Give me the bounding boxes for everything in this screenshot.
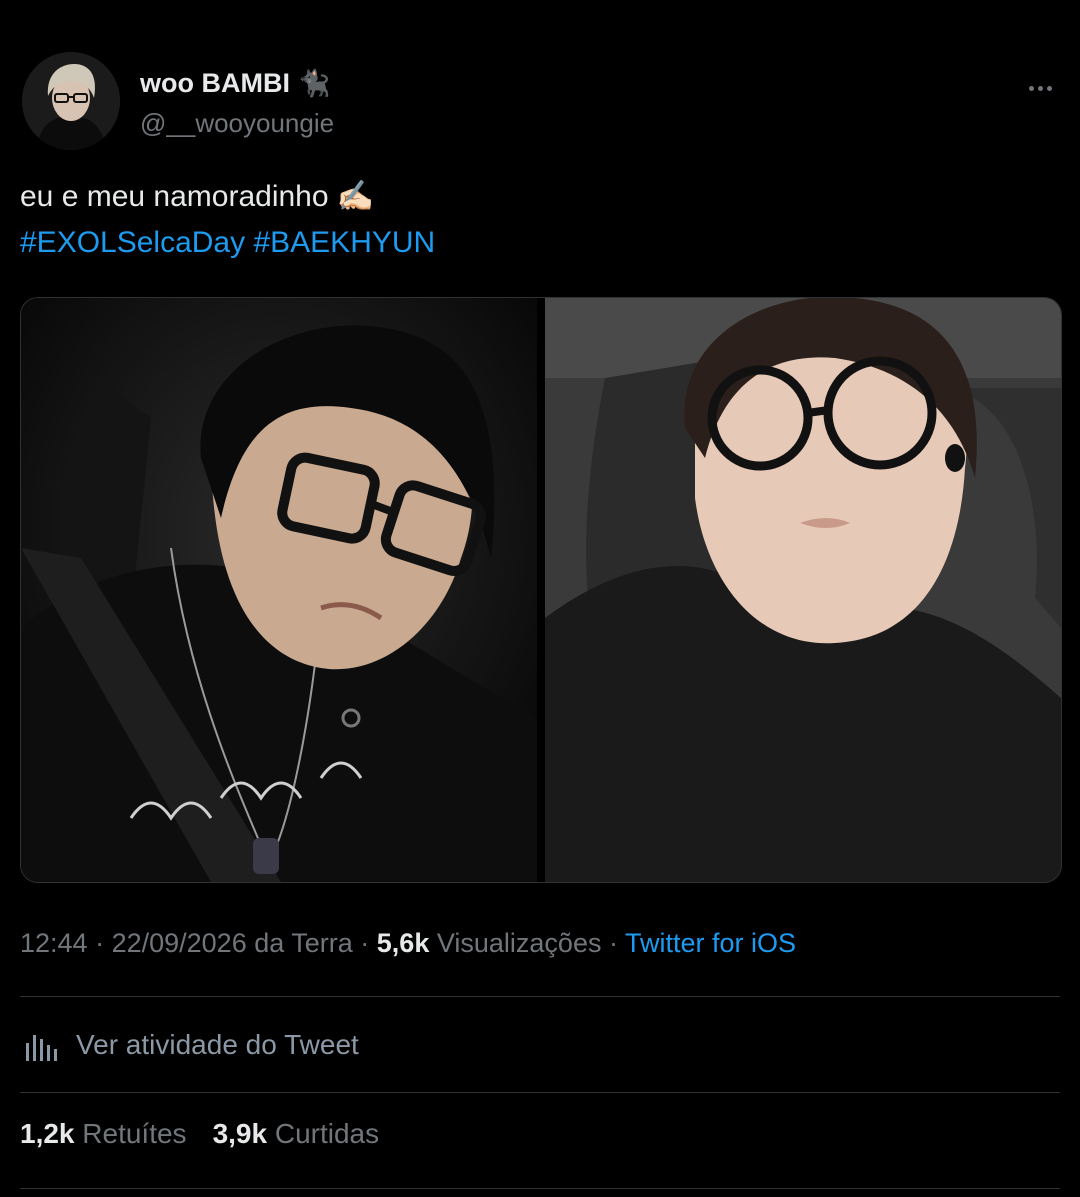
cat-emoji: 🐈‍⬛ xyxy=(297,68,331,98)
tweet-text: eu e meu namoradinho xyxy=(20,180,329,213)
meta-separator: · xyxy=(601,928,625,958)
more-dot-icon xyxy=(1037,85,1043,91)
tweet-header: woo BAMBI 🐈‍⬛ @__wooyoungie xyxy=(20,50,1060,150)
tweet-text-line: eu e meu namoradinho ✍🏻 xyxy=(20,174,1060,220)
meta-separator: · xyxy=(87,928,112,958)
tweet-media xyxy=(20,297,1062,883)
view-activity-label: Ver atividade do Tweet xyxy=(76,1029,359,1060)
retweets-count: 1,2k xyxy=(20,1118,75,1149)
retweets-label: Retuítes xyxy=(82,1118,187,1149)
more-dot-icon xyxy=(1028,85,1034,91)
likes-stat[interactable]: 3,9k Curtidas xyxy=(213,1118,380,1150)
tweet-stats: 1,2k Retuítes 3,9k Curtidas xyxy=(20,1118,379,1150)
photo-left[interactable] xyxy=(21,298,537,882)
likes-count: 3,9k xyxy=(212,1118,268,1149)
divider xyxy=(20,1092,1060,1093)
display-name[interactable]: woo BAMBI xyxy=(140,68,290,99)
tweet-date[interactable]: 22/09/2026 da Terra xyxy=(112,928,353,958)
hashtag-link[interactable]: #EXOLSelcaDay xyxy=(20,226,245,259)
hashtags: #EXOLSelcaDay #BAEKHYUN xyxy=(20,220,1060,266)
tweet-body: eu e meu namoradinho ✍🏻 #EXOLSelcaDay #B… xyxy=(20,174,1060,266)
retweets-stat[interactable]: 1,2k Retuítes xyxy=(20,1118,187,1150)
meta-separator: · xyxy=(352,928,377,958)
writing-hand-emoji: ✍🏻 xyxy=(336,180,375,213)
user-handle[interactable]: @__wooyoungie xyxy=(140,108,334,139)
more-options-button[interactable] xyxy=(1020,78,1060,98)
views-label: Visualizações xyxy=(436,928,602,958)
tweet-source-link[interactable]: Twitter for iOS xyxy=(625,928,796,958)
view-tweet-activity-button[interactable]: Ver atividade do Tweet xyxy=(20,1020,359,1070)
analytics-icon xyxy=(26,1035,57,1061)
likes-label: Curtidas xyxy=(274,1118,380,1149)
divider xyxy=(20,996,1060,997)
avatar[interactable] xyxy=(22,52,120,150)
hashtag-link[interactable]: #BAEKHYUN xyxy=(253,226,435,259)
more-dot-icon xyxy=(1046,85,1052,91)
tweet-meta: 12:44 · 22/09/2026 da Terra · 5,6k Visua… xyxy=(20,928,796,959)
name-row: woo BAMBI 🐈‍⬛ xyxy=(140,68,330,99)
views-count: 5,6k xyxy=(376,928,430,958)
photo-right[interactable] xyxy=(545,298,1061,882)
divider xyxy=(20,1188,1060,1189)
tweet-time[interactable]: 12:44 xyxy=(20,928,88,958)
